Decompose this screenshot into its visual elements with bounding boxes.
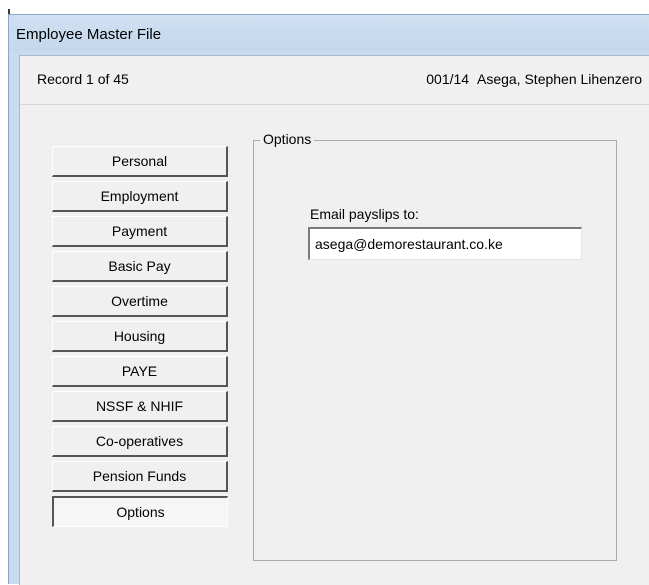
nav-button-payment[interactable]: Payment	[52, 216, 228, 247]
email-payslips-label: Email payslips to:	[310, 206, 419, 222]
record-bar: Record 1 of 45 001/14 Asega, Stephen Lih…	[20, 56, 649, 105]
email-payslips-input[interactable]	[308, 227, 582, 260]
nav-button-options[interactable]: Options	[52, 496, 228, 527]
current-employee: 001/14 Asega, Stephen Lihenzero	[422, 71, 642, 87]
employee-name: Asega, Stephen Lihenzero	[476, 71, 642, 87]
options-group-title: Options	[260, 131, 315, 147]
nav-button-pension-funds[interactable]: Pension Funds	[52, 461, 228, 492]
nav-button-basic-pay[interactable]: Basic Pay	[52, 251, 228, 282]
title-bar[interactable]: Employee Master File	[9, 15, 649, 51]
employee-master-file-window: Employee Master File Record 1 of 45 001/…	[8, 14, 649, 585]
nav-button-paye[interactable]: PAYE	[52, 356, 228, 387]
nav-button-employment[interactable]: Employment	[52, 181, 228, 212]
window-client-area: Record 1 of 45 001/14 Asega, Stephen Lih…	[19, 55, 649, 585]
options-groupbox	[253, 140, 617, 561]
nav-button-nssf-nhif[interactable]: NSSF & NHIF	[52, 391, 228, 422]
nav-button-housing[interactable]: Housing	[52, 321, 228, 352]
nav-button-co-operatives[interactable]: Co-operatives	[52, 426, 228, 457]
employee-code: 001/14	[426, 71, 470, 87]
window-title: Employee Master File	[16, 26, 162, 43]
record-position: Record 1 of 45	[37, 71, 129, 87]
nav-button-personal[interactable]: Personal	[52, 146, 228, 177]
nav-button-overtime[interactable]: Overtime	[52, 286, 228, 317]
